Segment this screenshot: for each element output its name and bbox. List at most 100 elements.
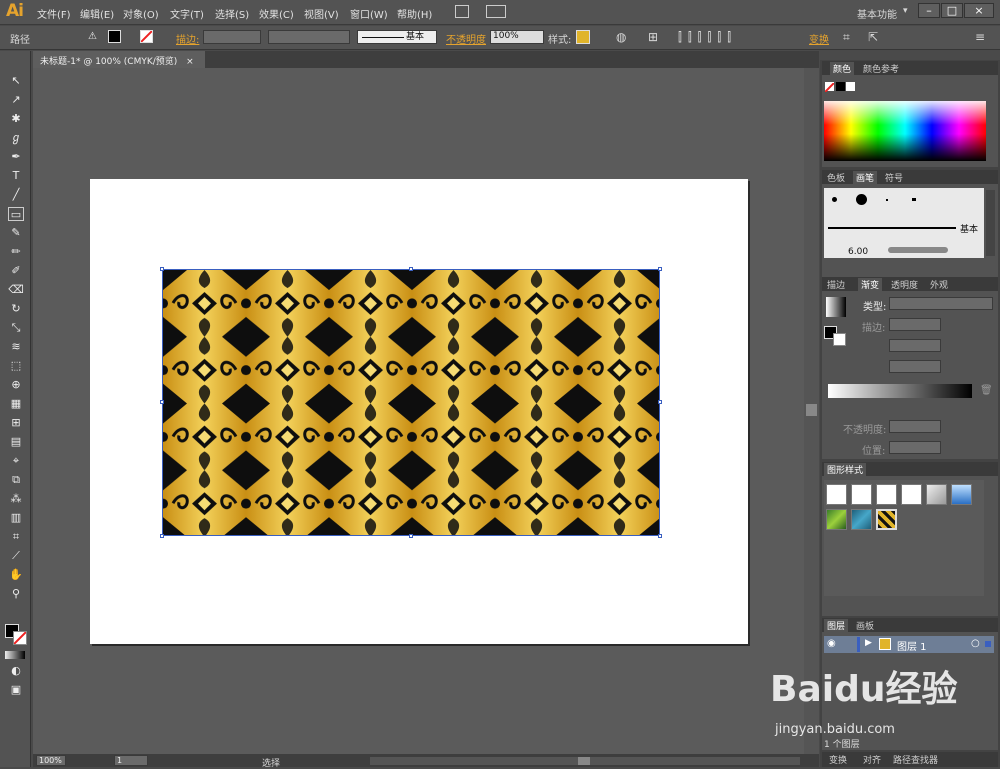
arrange-documents-icon[interactable] bbox=[486, 5, 506, 18]
menu-type[interactable]: 文字(T) bbox=[170, 6, 204, 21]
artboard-tool-icon[interactable]: ⌗ bbox=[8, 530, 24, 544]
blob-brush-icon[interactable]: ✐ bbox=[8, 264, 24, 278]
brush-dot[interactable] bbox=[912, 198, 916, 201]
zoom-tool-icon[interactable]: ⚲ bbox=[8, 587, 24, 601]
zoom-field[interactable]: 100% bbox=[36, 755, 66, 766]
artboard-number-field[interactable]: 1 bbox=[114, 755, 148, 766]
stroke-weight-field[interactable] bbox=[203, 30, 261, 44]
vertical-scroll-thumb[interactable] bbox=[806, 404, 817, 416]
selection-handle[interactable] bbox=[658, 534, 662, 538]
recolor-artwork-icon[interactable]: ◍ bbox=[616, 30, 626, 44]
selection-handle[interactable] bbox=[160, 534, 164, 538]
menu-effect[interactable]: 效果(C) bbox=[259, 6, 294, 21]
brush-dot[interactable] bbox=[832, 197, 837, 202]
style-swatch[interactable] bbox=[901, 484, 922, 505]
expand-triangle-icon[interactable]: ▶ bbox=[865, 638, 872, 648]
white-swatch[interactable] bbox=[846, 82, 855, 91]
close-icon[interactable]: × bbox=[964, 3, 994, 18]
magic-wand-icon[interactable]: ✱ bbox=[8, 112, 24, 126]
tab-align[interactable]: 对齐 bbox=[860, 753, 884, 766]
graphic-style-swatch[interactable] bbox=[576, 30, 590, 44]
menu-edit[interactable]: 编辑(E) bbox=[80, 6, 114, 21]
variable-width-profile[interactable] bbox=[268, 30, 350, 44]
warp-tool-icon[interactable]: ≋ bbox=[8, 340, 24, 354]
edit-icon[interactable]: ⇱ bbox=[868, 30, 878, 44]
brush-stroke-sample[interactable] bbox=[888, 247, 948, 253]
style-swatch[interactable] bbox=[926, 484, 947, 505]
free-transform-icon[interactable]: ⬚ bbox=[8, 359, 24, 373]
rotate-tool-icon[interactable]: ↻ bbox=[8, 302, 24, 316]
opacity-label[interactable]: 不透明度 bbox=[446, 31, 486, 46]
stroke-swatch[interactable] bbox=[140, 30, 153, 43]
black-swatch[interactable] bbox=[836, 82, 845, 91]
workspace-switcher[interactable]: 基本功能 bbox=[857, 6, 897, 21]
gradient-opacity-field[interactable] bbox=[889, 420, 941, 433]
type-tool-icon[interactable]: T bbox=[8, 169, 24, 183]
gradient-stroke-buttons[interactable] bbox=[889, 318, 941, 331]
menu-view[interactable]: 视图(V) bbox=[304, 6, 339, 21]
mesh-tool-icon[interactable]: ⊞ bbox=[8, 416, 24, 430]
tab-transparency[interactable]: 透明度 bbox=[888, 278, 921, 291]
tab-appearance[interactable]: 外观 bbox=[927, 278, 951, 291]
tab-swatches[interactable]: 色板 bbox=[824, 171, 848, 184]
tab-graphic-styles[interactable]: 图形样式 bbox=[824, 463, 867, 476]
line-tool-icon[interactable]: ╱ bbox=[8, 188, 24, 202]
tab-stroke[interactable]: 描边 bbox=[824, 278, 848, 291]
blend-tool-icon[interactable]: ⧉ bbox=[8, 473, 24, 487]
tab-color[interactable]: 颜色 bbox=[830, 62, 855, 75]
bridge-icon[interactable] bbox=[455, 5, 469, 18]
gradient-slider[interactable] bbox=[828, 384, 972, 398]
isolate-icon[interactable]: ⌗ bbox=[843, 30, 850, 45]
selection-handle[interactable] bbox=[658, 400, 662, 404]
symbol-sprayer-icon[interactable]: ⁂ bbox=[8, 492, 24, 506]
gradient-stroke-icon[interactable] bbox=[833, 333, 846, 346]
scale-tool-icon[interactable]: ⤡ bbox=[8, 321, 24, 335]
align-icons[interactable]: ⫿⫿⫿⫿⫿⫿ bbox=[678, 30, 737, 45]
style-swatch-selected[interactable] bbox=[876, 509, 897, 530]
menu-file[interactable]: 文件(F) bbox=[37, 6, 71, 21]
opacity-field[interactable]: 100% bbox=[490, 30, 544, 44]
menu-object[interactable]: 对象(O) bbox=[123, 6, 159, 21]
visibility-eye-icon[interactable]: ◉ bbox=[827, 638, 836, 649]
none-swatch-icon[interactable] bbox=[824, 82, 835, 93]
drawing-mode-icon[interactable]: ◐ bbox=[8, 664, 24, 678]
selection-tool-icon[interactable]: ↖ bbox=[8, 74, 24, 88]
column-graph-icon[interactable]: ▥ bbox=[8, 511, 24, 525]
style-swatch[interactable] bbox=[851, 509, 872, 530]
style-swatch[interactable] bbox=[826, 484, 847, 505]
pencil-icon[interactable]: ✏ bbox=[8, 245, 24, 259]
selection-handle[interactable] bbox=[160, 267, 164, 271]
tab-brushes[interactable]: 画笔 bbox=[853, 171, 878, 184]
selection-handle[interactable] bbox=[160, 400, 164, 404]
eraser-icon[interactable]: ⌫ bbox=[8, 283, 24, 297]
layer-name[interactable]: 图层 1 bbox=[897, 638, 927, 653]
gradient-aspect-field[interactable] bbox=[889, 360, 941, 373]
shape-builder-icon[interactable]: ⊕ bbox=[8, 378, 24, 392]
brush-dot[interactable] bbox=[886, 199, 888, 201]
target-circle-icon[interactable]: ○ bbox=[971, 638, 980, 649]
tab-pathfinder[interactable]: 路径查找器 bbox=[890, 753, 941, 766]
minimize-icon[interactable]: – bbox=[918, 3, 940, 18]
pattern-artwork[interactable] bbox=[162, 269, 660, 536]
tab-transform[interactable]: 变换 bbox=[826, 753, 850, 766]
tab-artboards[interactable]: 画板 bbox=[853, 619, 877, 632]
hand-tool-icon[interactable]: ✋ bbox=[8, 568, 24, 582]
gradient-tool-icon[interactable]: ▤ bbox=[8, 435, 24, 449]
tab-layers[interactable]: 图层 bbox=[824, 619, 849, 632]
perspective-grid-icon[interactable]: ▦ bbox=[8, 397, 24, 411]
style-swatch[interactable] bbox=[951, 484, 972, 505]
align-to-icon[interactable]: ⊞ bbox=[648, 30, 658, 44]
pen-tool-icon[interactable]: ✒ bbox=[8, 150, 24, 164]
tab-color-guide[interactable]: 颜色参考 bbox=[860, 62, 902, 75]
maximize-icon[interactable]: □ bbox=[941, 3, 963, 18]
slice-tool-icon[interactable]: ⟋ bbox=[8, 549, 24, 563]
brush-scrollbar[interactable] bbox=[986, 190, 995, 256]
basic-brush-line[interactable] bbox=[828, 227, 956, 229]
brush-dot[interactable] bbox=[856, 194, 867, 205]
eyedropper-icon[interactable]: ⌖ bbox=[8, 454, 24, 468]
paintbrush-icon[interactable]: ✎ bbox=[8, 226, 24, 240]
style-swatch[interactable] bbox=[826, 509, 847, 530]
transform-label[interactable]: 变换 bbox=[809, 31, 829, 46]
gradient-angle-field[interactable] bbox=[889, 339, 941, 352]
panel-menu-icon[interactable]: ≡ bbox=[975, 30, 985, 44]
